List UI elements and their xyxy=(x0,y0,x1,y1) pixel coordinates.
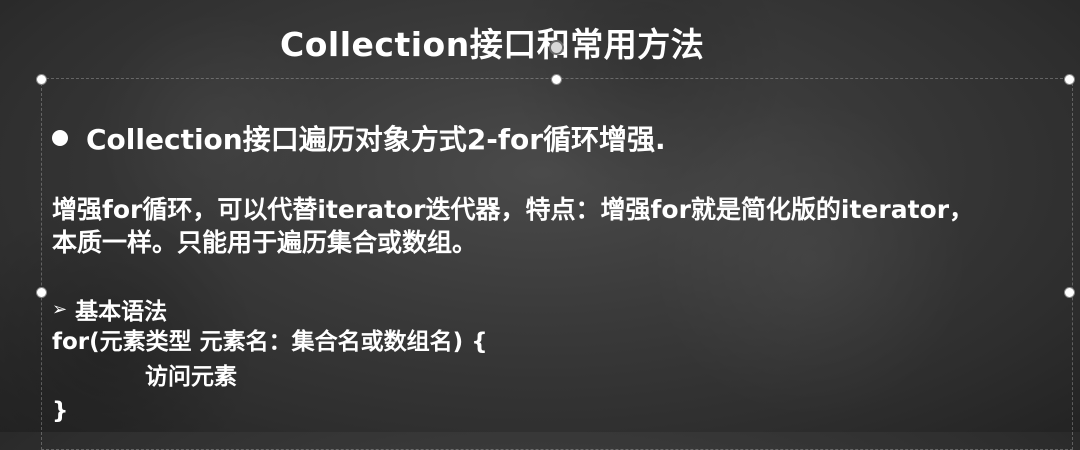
bullet-point: Collection接口遍历对象方式2-for循环增强. xyxy=(52,118,666,158)
resize-handle-top-right[interactable] xyxy=(1064,74,1075,85)
resize-handle-top-left[interactable] xyxy=(36,74,47,85)
resize-handle-top-center[interactable] xyxy=(551,74,562,85)
code-line-1: for(元素类型 元素名：集合名或数组名) { xyxy=(52,329,488,355)
rotate-handle-icon[interactable] xyxy=(549,40,564,55)
resize-handle-middle-left[interactable] xyxy=(36,287,47,298)
code-line-3: } xyxy=(52,398,69,424)
slide-title: Collection接口和常用方法 xyxy=(280,25,705,64)
code-line-2: 访问元素 xyxy=(145,364,237,390)
bullet-text: Collection接口遍历对象方式2-for循环增强. xyxy=(86,123,666,156)
syntax-heading: ➢ 基本语法 xyxy=(52,292,167,326)
description-line-2: 本质一样。只能用于遍历集合或数组。 xyxy=(52,228,478,257)
syntax-heading-text: 基本语法 xyxy=(75,299,168,325)
description-line-1: 增强for循环，可以代替iterator迭代器，特点：增强for就是简化版的it… xyxy=(52,195,975,224)
resize-handle-middle-right[interactable] xyxy=(1064,287,1075,298)
bullet-dot-icon xyxy=(52,130,68,146)
arrow-right-icon: ➢ xyxy=(52,298,68,320)
